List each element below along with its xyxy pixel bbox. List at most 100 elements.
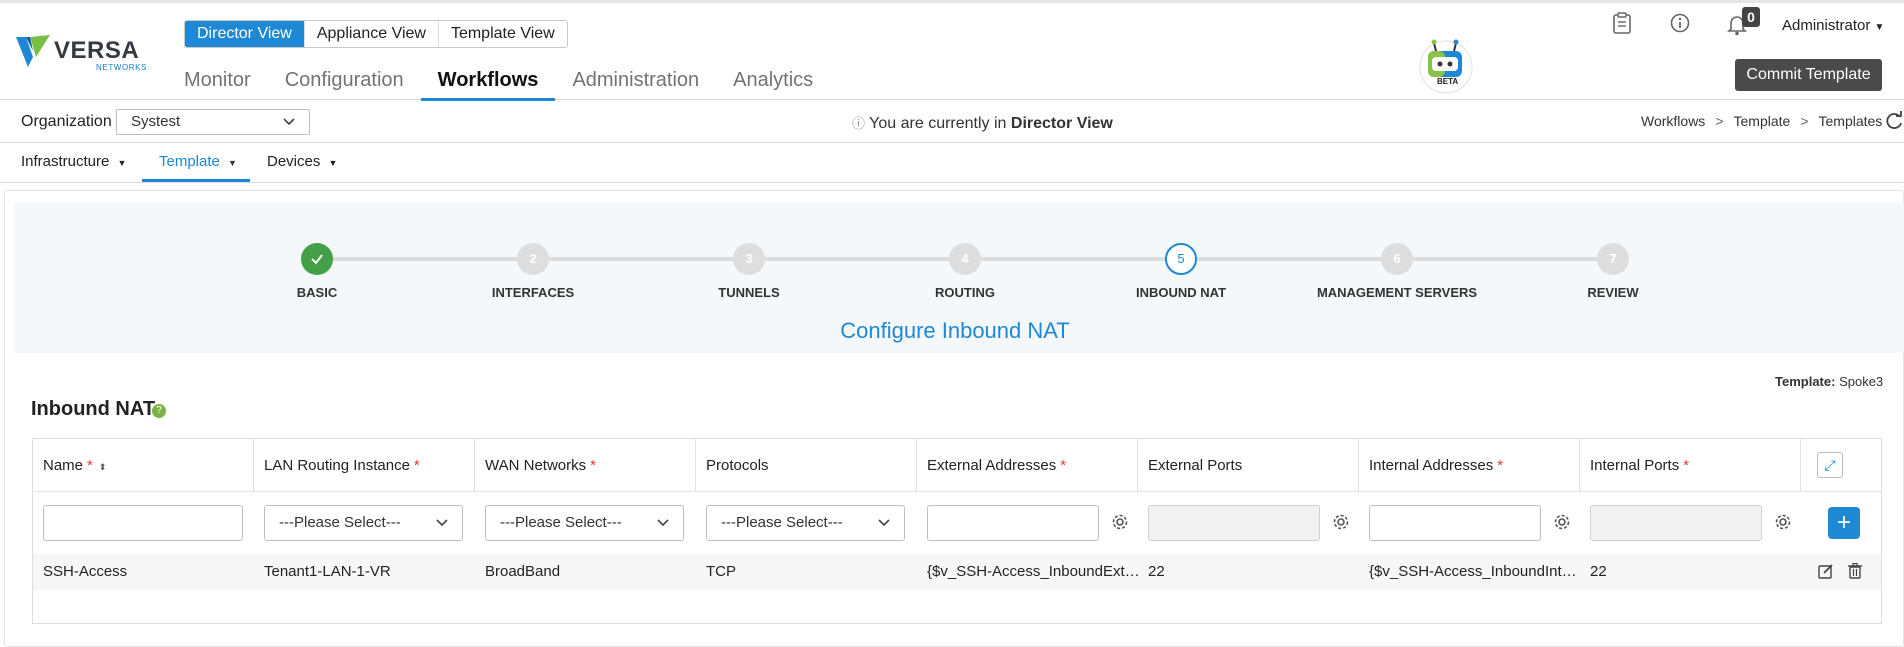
subnav-infrastructure[interactable]: Infrastructure ▼ (21, 153, 126, 170)
versa-logo[interactable]: VERSA NETWORKS (16, 31, 146, 73)
step-2-circle[interactable]: 2 (517, 243, 549, 275)
col-external-ports: External Ports (1138, 439, 1359, 492)
subnav-devices[interactable]: Devices ▼ (267, 153, 337, 170)
appliance-view-button[interactable]: Appliance View (304, 21, 439, 47)
current-view-notice: ⓘ You are currently in Director View (852, 113, 1113, 133)
template-note-label: Template: (1775, 374, 1836, 389)
template-view-button[interactable]: Template View (438, 21, 567, 47)
director-view-button[interactable]: Director View (185, 21, 305, 47)
step-1-label: BASIC (296, 285, 338, 300)
step-5-label: INBOUND NAT (1135, 285, 1227, 300)
col-int-addr-label: Internal Addresses (1369, 457, 1494, 474)
col-wan-label: WAN Networks (485, 457, 587, 474)
col-name[interactable]: Name * ⬍ (33, 439, 254, 492)
step-6-label: MANAGEMENT SERVERS (1316, 285, 1478, 300)
workflow-content: BASIC 2 INTERFACES 3 TUNNELS 4 ROUTING 5… (4, 190, 1904, 647)
inbound-nat-table: Name * ⬍ LAN Routing Instance * WAN Network… (32, 438, 1882, 624)
col-external-addresses: External Addresses * (917, 439, 1138, 492)
chevron-down-icon (878, 506, 890, 552)
edit-icon[interactable] (1818, 563, 1834, 584)
chevron-down-icon (283, 110, 295, 141)
wizard-title: Configure Inbound NAT (840, 318, 1070, 343)
gear-icon[interactable] (1774, 513, 1792, 536)
internal-addresses-input[interactable] (1369, 505, 1541, 541)
breadcrumb-template[interactable]: Template (1734, 113, 1791, 129)
versa-logo-icon (16, 35, 50, 67)
cell-internal-addresses: {$v_SSH-Access_InboundInt… (1369, 563, 1577, 580)
protocols-select[interactable]: ---Please Select--- (706, 505, 905, 541)
beta-badge: BETA (1437, 77, 1459, 86)
internal-ports-input (1590, 505, 1762, 541)
user-name: Administrator (1782, 17, 1871, 34)
tasks-icon[interactable] (1613, 12, 1631, 40)
col-ext-addr-label: External Addresses (927, 457, 1057, 474)
step-5-circle[interactable]: 5 (1165, 243, 1197, 275)
nav-monitor[interactable]: Monitor (184, 69, 251, 101)
required-marker: * (590, 457, 596, 474)
external-addresses-input[interactable] (927, 505, 1099, 541)
step-7-label: REVIEW (1587, 285, 1639, 300)
info-icon[interactable] (1670, 13, 1690, 39)
subnav-infrastructure-label: Infrastructure (21, 153, 110, 170)
lan-routing-select[interactable]: ---Please Select--- (264, 505, 463, 541)
required-marker: * (1683, 457, 1690, 474)
col-wan-networks: WAN Networks * (475, 439, 696, 492)
step-6-circle[interactable]: 6 (1381, 243, 1413, 275)
breadcrumb-separator: > (1715, 113, 1724, 129)
sub-nav: Infrastructure ▼ Template ▼ Devices ▼ (0, 143, 1904, 183)
delete-icon[interactable] (1848, 562, 1862, 584)
required-marker: * (1060, 457, 1067, 474)
step-3-label: TUNNELS (718, 285, 780, 300)
user-menu[interactable]: Administrator ▼ (1782, 17, 1884, 34)
breadcrumb-workflows[interactable]: Workflows (1641, 113, 1705, 129)
help-icon[interactable]: ? (152, 404, 166, 418)
nav-administration[interactable]: Administration (572, 69, 699, 101)
gear-icon[interactable] (1332, 513, 1350, 536)
assistant-robot-button[interactable]: BETA (1412, 33, 1476, 95)
organization-select[interactable]: Systest (116, 109, 310, 135)
nav-workflows[interactable]: Workflows (420, 69, 556, 101)
col-lan-routing-instance: LAN Routing Instance * (254, 439, 475, 492)
breadcrumb-templates: Templates (1818, 113, 1883, 129)
external-ports-input (1148, 505, 1320, 541)
col-int-ports-label: Internal Ports (1590, 457, 1680, 474)
cell-internal-ports: 22 (1590, 563, 1607, 580)
caret-down-icon: ▼ (228, 158, 237, 168)
subnav-template[interactable]: Template ▼ (159, 153, 237, 170)
step-4-circle[interactable]: 4 (949, 243, 981, 275)
brand-sub: NETWORKS (96, 63, 148, 72)
commit-template-button[interactable]: Commit Template (1735, 59, 1882, 91)
info-small-icon: ⓘ (852, 116, 866, 131)
organization-label: Organization (21, 113, 112, 130)
step-3-circle[interactable]: 3 (733, 243, 765, 275)
cell-lan-routing: Tenant1-LAN-1-VR (264, 563, 391, 580)
template-note-value: Spoke3 (1839, 374, 1884, 389)
subnav-active-underline (142, 179, 250, 182)
col-name-label: Name (43, 457, 84, 474)
nav-analytics[interactable]: Analytics (733, 69, 813, 101)
nav-configuration[interactable]: Configuration (285, 69, 404, 101)
step-1-circle[interactable] (301, 243, 333, 275)
add-row-button[interactable]: + (1828, 507, 1860, 539)
section-title: Inbound NAT (31, 398, 156, 420)
cell-external-addresses: {$v_SSH-Access_InboundExt… (927, 563, 1140, 580)
col-protocols: Protocols (696, 439, 917, 492)
col-protocols-label: Protocols (706, 457, 769, 474)
col-internal-addresses: Internal Addresses * (1359, 439, 1580, 492)
cell-protocols: TCP (706, 563, 736, 580)
refresh-icon[interactable] (1884, 111, 1904, 136)
step-7-circle[interactable]: 7 (1597, 243, 1629, 275)
name-input[interactable] (43, 505, 243, 541)
gear-icon[interactable] (1111, 513, 1129, 536)
lan-routing-placeholder: ---Please Select--- (279, 514, 401, 531)
current-view-value: Director View (1010, 115, 1113, 132)
gear-icon[interactable] (1553, 513, 1571, 536)
caret-down-icon: ▼ (117, 158, 127, 168)
wan-networks-select[interactable]: ---Please Select--- (485, 505, 684, 541)
main-nav: Monitor Configuration Workflows Administ… (184, 69, 847, 101)
expand-icon[interactable]: ⤢ (1817, 452, 1843, 478)
top-header: VERSA NETWORKS Director View Appliance V… (0, 0, 1904, 101)
sort-icon[interactable]: ⬍ (99, 462, 107, 472)
template-note: Template: Spoke3 (1775, 374, 1883, 389)
table-row[interactable]: SSH-Access Tenant1-LAN-1-VR BroadBand TC… (33, 554, 1881, 590)
